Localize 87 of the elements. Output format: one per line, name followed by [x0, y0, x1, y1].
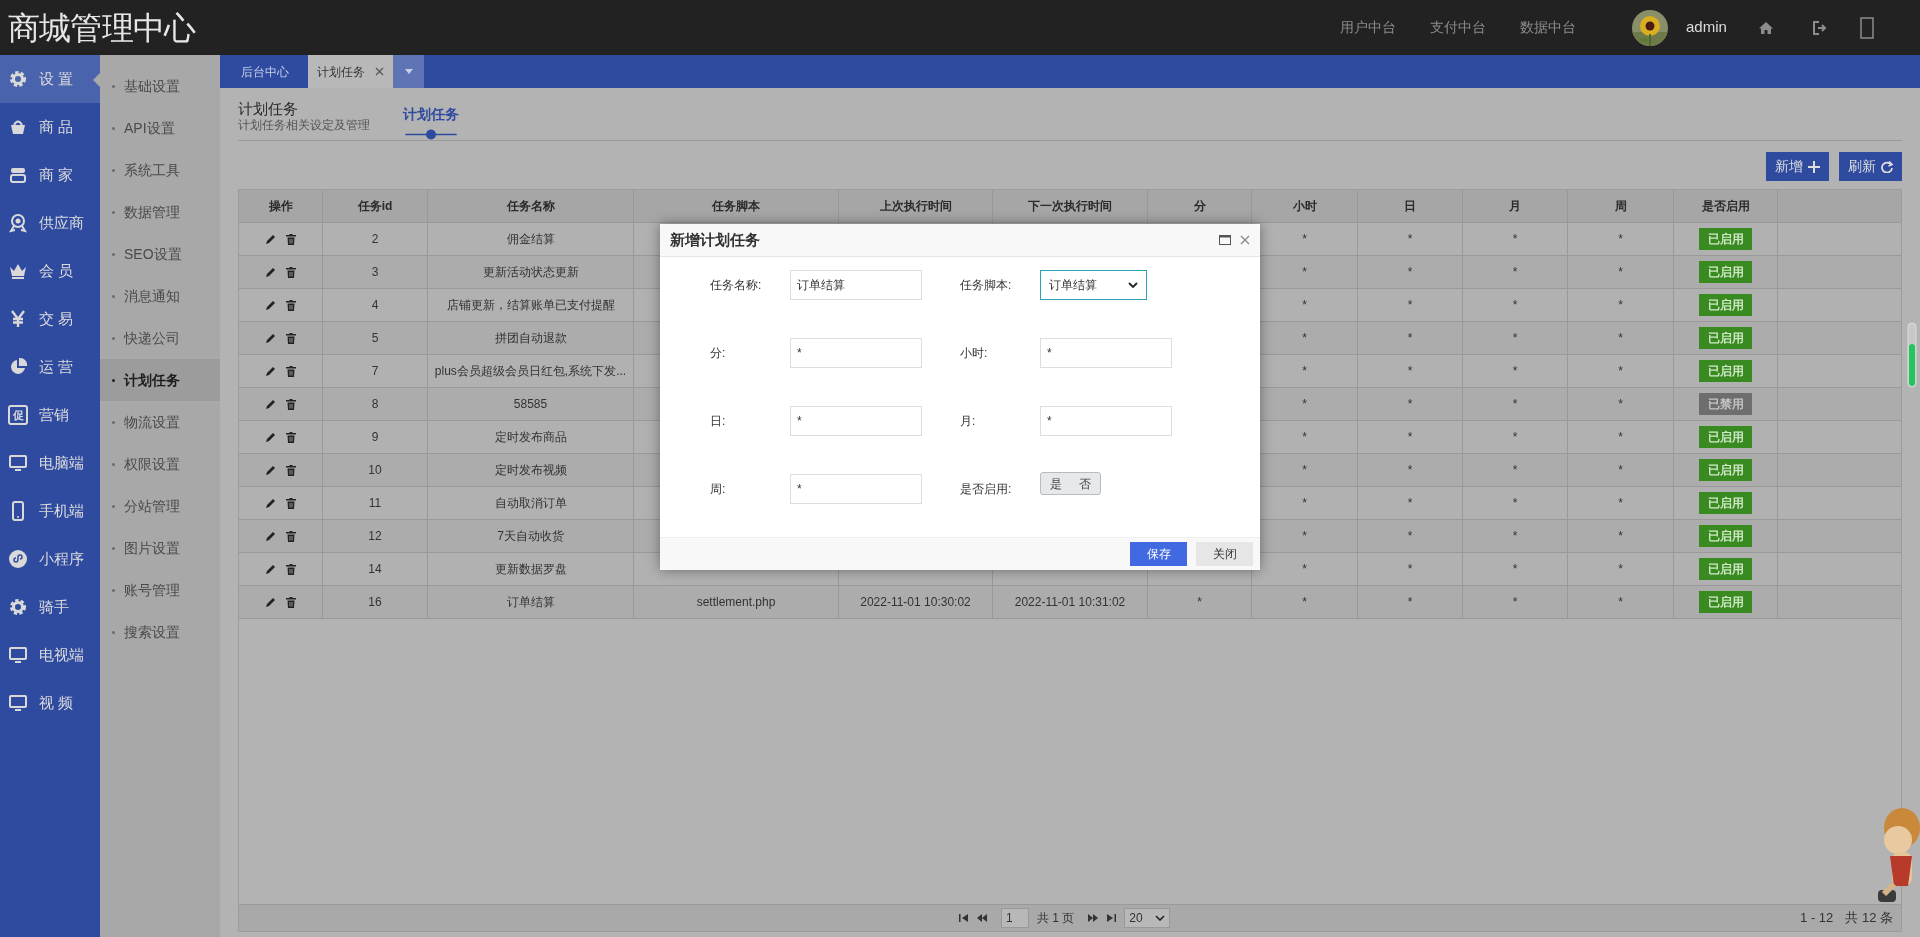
table-cell: settlement.php: [634, 586, 839, 619]
field-label: 任务名称:: [710, 277, 763, 294]
nav-link[interactable]: 用户中台: [1340, 17, 1430, 38]
table-cell: *: [1148, 586, 1252, 619]
page-range: 1 - 12: [1800, 909, 1834, 928]
menu-item[interactable]: 运 营: [0, 343, 100, 391]
menu-item[interactable]: 促 营销: [0, 391, 100, 439]
status-badge: 已启用: [1699, 360, 1752, 382]
menu-item[interactable]: 电视端: [0, 631, 100, 679]
status-badge: 已启用: [1699, 525, 1752, 547]
menu-item[interactable]: 供应商: [0, 199, 100, 247]
menu-item[interactable]: 设 置: [0, 55, 100, 103]
submenu-item[interactable]: 基础设置: [100, 65, 220, 107]
nav-link[interactable]: 数据中台: [1520, 17, 1632, 38]
input-field[interactable]: *: [1040, 338, 1172, 368]
table-cell: 2022-11-01 10:30:02: [839, 586, 993, 619]
page-title: 计划任务: [238, 100, 299, 118]
page-count: 共 1 页: [1037, 910, 1075, 927]
menu-item[interactable]: 手机端: [0, 487, 100, 535]
submenu-item[interactable]: 图片设置: [100, 527, 220, 569]
nav-link[interactable]: 支付中台: [1430, 17, 1520, 38]
table-cell: *: [1358, 586, 1463, 619]
input-field[interactable]: *: [790, 338, 922, 368]
submenu-item[interactable]: 权限设置: [100, 443, 220, 485]
tab[interactable]: 后台中心: [222, 55, 308, 88]
status-badge: 已禁用: [1699, 393, 1752, 415]
menu-item[interactable]: 视 频: [0, 679, 100, 727]
status-badge: 已启用: [1699, 261, 1752, 283]
user-name: admin: [1686, 17, 1728, 38]
submenu-item[interactable]: 计划任务: [100, 359, 220, 401]
input-field[interactable]: *: [790, 406, 922, 436]
menu-item[interactable]: 商 家: [0, 151, 100, 199]
save-button[interactable]: 保存: [1130, 542, 1187, 566]
menu-item[interactable]: 交 易: [0, 295, 100, 343]
status-badge: 已启用: [1699, 327, 1752, 349]
status-badge: 已启用: [1699, 492, 1752, 514]
table-cell: 订单结算: [428, 586, 634, 619]
table-cell: *: [1252, 586, 1358, 619]
status-badge: 已启用: [1699, 558, 1752, 580]
page-input[interactable]: 1: [1001, 908, 1029, 928]
status-badge: 已启用: [1699, 591, 1752, 613]
submenu-item[interactable]: 分站管理: [100, 485, 220, 527]
table-cell: *: [1463, 586, 1568, 619]
dialog-title: 新增计划任务: [670, 229, 760, 250]
page-subtitle: 计划任务相关设定及管理: [238, 118, 371, 133]
status-badge: 已启用: [1699, 426, 1752, 448]
table-cell: 16: [323, 586, 428, 619]
submenu-item[interactable]: 系统工具: [100, 149, 220, 191]
submenu-item[interactable]: 快递公司: [100, 317, 220, 359]
add-button[interactable]: 新增: [1766, 152, 1829, 181]
badge-icon: 促: [8, 405, 28, 425]
field-label: 分:: [710, 345, 727, 362]
menu-item[interactable]: 商 品: [0, 103, 100, 151]
table-cell: *: [1568, 586, 1674, 619]
input-field[interactable]: *: [790, 474, 922, 504]
status-badge: 已启用: [1699, 228, 1752, 250]
input-field[interactable]: 订单结算: [790, 270, 922, 300]
menu-item[interactable]: 骑手: [0, 583, 100, 631]
toggle-switch[interactable]: 是 否: [1040, 472, 1101, 495]
submenu-item[interactable]: 账号管理: [100, 569, 220, 611]
close-button[interactable]: 关闭: [1196, 542, 1253, 566]
menu-item[interactable]: 会 员: [0, 247, 100, 295]
submenu-item[interactable]: 搜索设置: [100, 611, 220, 653]
submenu-item[interactable]: 消息通知: [100, 275, 220, 317]
tab[interactable]: 计划任务: [308, 55, 393, 88]
refresh-button[interactable]: 刷新: [1839, 152, 1902, 181]
field-label: 是否启用:: [960, 481, 1013, 498]
total-count: 共 12 条: [1845, 909, 1893, 928]
status-badge: 已启用: [1699, 294, 1752, 316]
submenu-item[interactable]: 物流设置: [100, 401, 220, 443]
menu-item[interactable]: 电脑端: [0, 439, 100, 487]
input-field[interactable]: *: [1040, 406, 1172, 436]
field-label: 任务脚本:: [960, 277, 1013, 294]
field-label: 小时:: [960, 345, 989, 362]
menu-item[interactable]: 小程序: [0, 535, 100, 583]
table-cell: 2022-11-01 10:31:02: [993, 586, 1148, 619]
field-label: 周:: [710, 481, 727, 498]
page-tab[interactable]: 计划任务: [403, 104, 459, 125]
submenu-item[interactable]: 数据管理: [100, 191, 220, 233]
script-select[interactable]: 订单结算: [1040, 270, 1147, 300]
submenu-item[interactable]: API设置: [100, 107, 220, 149]
status-badge: 已启用: [1699, 459, 1752, 481]
app-title: 商城管理中心: [7, 8, 197, 48]
field-label: 月:: [960, 413, 977, 430]
submenu-item[interactable]: SEO设置: [100, 233, 220, 275]
page-size-select[interactable]: 20: [1124, 908, 1171, 928]
field-label: 日:: [710, 413, 727, 430]
